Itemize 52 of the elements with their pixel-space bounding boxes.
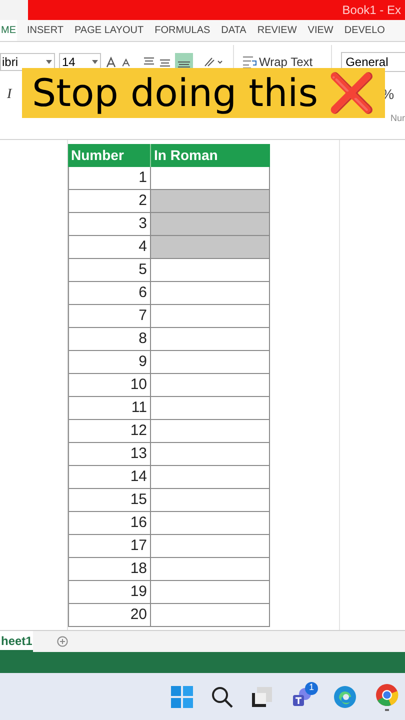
add-sheet-icon[interactable] <box>57 636 68 647</box>
grow-font-icon[interactable] <box>105 56 117 68</box>
caret-icon <box>92 60 98 64</box>
table-cell[interactable] <box>151 581 270 604</box>
table-cell[interactable] <box>151 466 270 489</box>
align-middle-icon[interactable] <box>159 57 171 67</box>
cross-mark-icon: ❌ <box>328 74 376 112</box>
sheet-tab[interactable]: heet1 <box>0 631 34 652</box>
table-cell[interactable] <box>151 374 270 397</box>
table-cell[interactable] <box>151 328 270 351</box>
table-cell[interactable] <box>151 305 270 328</box>
search-icon[interactable] <box>211 686 233 708</box>
table-cell[interactable] <box>151 604 270 627</box>
table-cell[interactable] <box>151 512 270 535</box>
ribbon-tab[interactable]: FORMULAS <box>154 20 212 41</box>
ribbon-tab[interactable]: INSERT <box>26 20 64 41</box>
ribbon-tab[interactable]: PAGE LAYOUT <box>74 20 145 41</box>
italic-button[interactable]: I <box>7 84 12 104</box>
group-label: Nur <box>390 112 405 125</box>
wrap-text-icon <box>242 55 258 69</box>
ribbon-tab[interactable]: DEVELO <box>343 20 386 41</box>
caret-icon <box>46 60 52 64</box>
table-cell[interactable] <box>151 397 270 420</box>
table-cell[interactable] <box>151 236 270 259</box>
align-top-icon[interactable] <box>143 57 155 67</box>
table-cell[interactable] <box>151 213 270 236</box>
table-cell[interactable] <box>151 190 270 213</box>
table-cell[interactable] <box>151 443 270 466</box>
ribbon-tab[interactable]: REVIEW <box>256 20 298 41</box>
ribbon-tab[interactable]: ME <box>0 20 17 41</box>
task-view-icon[interactable] <box>251 686 273 708</box>
column-header: Number <box>68 144 151 167</box>
notification-badge: 1 <box>305 682 318 694</box>
chrome-browser-icon[interactable] <box>375 682 399 710</box>
ribbon-tab[interactable]: DATA <box>220 20 248 41</box>
orientation-icon[interactable] <box>203 56 223 68</box>
table-cell[interactable] <box>151 489 270 512</box>
table-cell[interactable] <box>151 167 270 190</box>
window-title: Book1 - Ex <box>342 2 401 19</box>
column-header: In Roman <box>151 144 270 167</box>
table-cell[interactable] <box>151 558 270 581</box>
ribbon-tab[interactable]: VIEW <box>306 20 334 41</box>
table-cell[interactable] <box>151 351 270 374</box>
table-cell[interactable] <box>151 259 270 282</box>
table-cell[interactable] <box>151 420 270 443</box>
start-icon[interactable] <box>171 686 193 708</box>
table-cell[interactable] <box>151 535 270 558</box>
wrap-text-button[interactable]: Wrap Text <box>242 53 313 71</box>
banner-text: Stop doing this <box>32 74 318 112</box>
browser-icon[interactable] <box>333 684 357 708</box>
shrink-font-icon[interactable] <box>121 57 131 67</box>
table-cell[interactable] <box>151 282 270 305</box>
